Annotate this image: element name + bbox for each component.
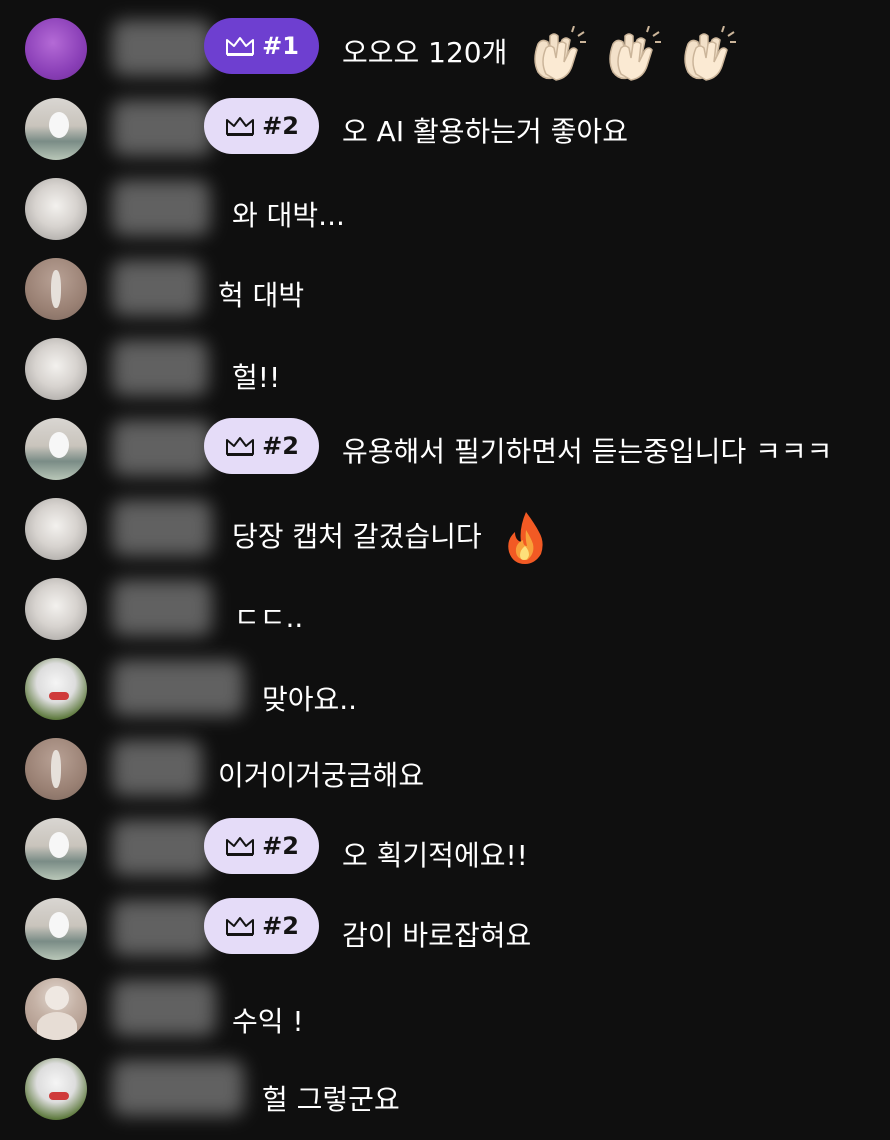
chat-message-row: 헐 그렇군요 <box>0 1040 890 1120</box>
username-blurred <box>112 1060 244 1116</box>
username-blurred <box>112 100 212 156</box>
avatar[interactable] <box>25 1058 87 1120</box>
chat-message-text: 오 획기적에요!! <box>342 839 528 872</box>
avatar[interactable] <box>25 418 87 480</box>
chat-message-text: 맞아요.. <box>262 683 358 716</box>
crown-icon <box>226 117 255 136</box>
avatar[interactable] <box>25 498 87 560</box>
chat-message-text: 오 AI 활용하는거 좋아요 <box>342 115 628 148</box>
crown-icon <box>226 917 255 936</box>
chat-message-row: #2 오 AI 활용하는거 좋아요 <box>0 80 890 160</box>
username-blurred <box>112 500 212 556</box>
username-blurred <box>112 740 202 796</box>
username-blurred <box>112 420 212 476</box>
chat-message-text: 와 대박... <box>232 199 345 232</box>
chat-message-text: 헐 그렇군요 <box>262 1083 400 1116</box>
rank-label: #2 <box>262 912 299 940</box>
chat-message-text: 헉 대박 <box>218 279 305 312</box>
message-text: 당장 캡처 갈겼습니다 <box>232 520 482 553</box>
username-blurred <box>112 580 212 636</box>
avatar[interactable] <box>25 978 87 1040</box>
clapping-hands-icon <box>534 26 587 81</box>
username-blurred <box>112 820 212 876</box>
avatar[interactable] <box>25 18 87 80</box>
supporter-rank-badge[interactable]: #2 <box>204 898 319 954</box>
crown-icon <box>226 837 255 856</box>
chat-message-text: 유용해서 필기하면서 듣는중입니다 ㅋㅋㅋ <box>342 435 833 468</box>
clapping-hands-icon <box>609 26 662 81</box>
username-blurred <box>112 660 244 716</box>
chat-message-text: 당장 캡처 갈겼습니다 <box>232 510 551 566</box>
message-text: 오오오 120개 <box>342 36 508 69</box>
avatar[interactable] <box>25 258 87 320</box>
rank-label: #2 <box>262 432 299 460</box>
username-blurred <box>112 260 202 316</box>
supporter-rank-badge[interactable]: #2 <box>204 818 319 874</box>
avatar[interactable] <box>25 98 87 160</box>
chat-message-row: 와 대박... <box>0 160 890 240</box>
clapping-hands-icon <box>684 26 737 81</box>
username-blurred <box>112 980 216 1036</box>
supporter-rank-badge[interactable]: #2 <box>204 418 319 474</box>
supporter-rank-badge[interactable]: #1 <box>204 18 319 74</box>
chat-message-row: #1 오오오 120개 <box>0 0 890 82</box>
chat-message-row: #2 유용해서 필기하면서 듣는중입니다 ㅋㅋㅋ <box>0 400 890 480</box>
avatar[interactable] <box>25 818 87 880</box>
fire-icon <box>507 512 543 564</box>
username-blurred <box>112 340 208 396</box>
avatar[interactable] <box>25 578 87 640</box>
chat-message-row: 당장 캡처 갈겼습니다 <box>0 480 890 564</box>
chat-message-text: 헐!! <box>232 361 281 394</box>
avatar[interactable] <box>25 338 87 400</box>
chat-message-text: 오오오 120개 <box>342 26 737 82</box>
crown-icon <box>226 37 255 56</box>
chat-message-text: 수익 ! <box>232 1005 304 1038</box>
chat-message-row: 수익 ! <box>0 960 890 1040</box>
chat-message-row: ㄷㄷ.. <box>0 560 890 640</box>
username-blurred <box>112 180 210 236</box>
chat-message-list: #1 오오오 120개 #2 오 AI 활용하는거 좋아요 와 대박... 헉 … <box>0 0 890 1140</box>
chat-message-text: 이거이거궁금해요 <box>218 759 425 792</box>
avatar[interactable] <box>25 658 87 720</box>
crown-icon <box>226 437 255 456</box>
chat-message-text: ㄷㄷ.. <box>234 601 304 634</box>
username-blurred <box>112 900 212 956</box>
supporter-rank-badge[interactable]: #2 <box>204 98 319 154</box>
avatar[interactable] <box>25 738 87 800</box>
chat-message-row: #2 오 획기적에요!! <box>0 800 890 880</box>
chat-message-row: 이거이거궁금해요 <box>0 720 890 800</box>
chat-message-text: 감이 바로잡혀요 <box>342 919 532 952</box>
avatar[interactable] <box>25 178 87 240</box>
username-blurred <box>112 20 212 76</box>
chat-message-row: 헐!! <box>0 320 890 400</box>
rank-label: #2 <box>262 112 299 140</box>
rank-label: #1 <box>262 32 299 60</box>
chat-message-row: 맞아요.. <box>0 640 890 720</box>
chat-message-row: #2 감이 바로잡혀요 <box>0 880 890 960</box>
rank-label: #2 <box>262 832 299 860</box>
chat-message-row: 헉 대박 <box>0 240 890 320</box>
avatar[interactable] <box>25 898 87 960</box>
